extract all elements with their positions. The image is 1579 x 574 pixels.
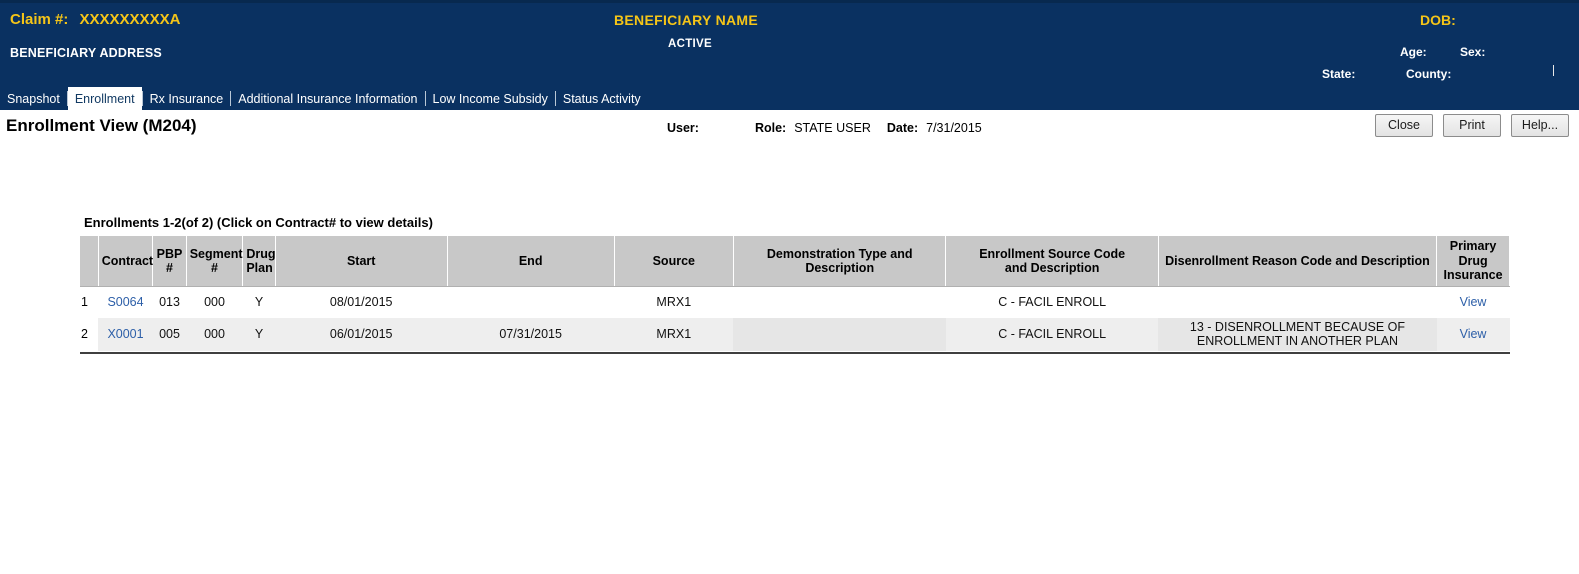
tab-additional-insurance-information[interactable]: Additional Insurance Information	[231, 87, 424, 110]
column-header-index	[80, 235, 99, 287]
row-index: 2	[80, 318, 99, 351]
main-tabbar: Snapshot Enrollment Rx Insurance Additional…	[0, 87, 1579, 110]
column-header-source: Source	[613, 235, 734, 287]
column-header-demonstration-type-and-description: Demonstration Type and Description	[732, 235, 947, 287]
beneficiary-banner: Claim #: XXXXXXXXXA BENEFICIARY ADDRESS …	[0, 0, 1579, 87]
cell-contract: S0064	[98, 286, 153, 318]
beneficiary-name: BENEFICIARY NAME	[614, 12, 759, 28]
enrollments-table: Contract PBP # Segment # Drug Plan Start End Sour…	[80, 235, 1510, 351]
date-label: Date:	[886, 121, 919, 135]
toolbar-buttons: Close Print Help...	[1375, 114, 1569, 137]
table-header-row: Contract PBP # Segment # Drug Plan Start End Sour…	[80, 235, 1510, 287]
column-header-end: End	[446, 235, 615, 287]
cell-segment: 000	[186, 318, 243, 351]
dob-label: DOB:	[1420, 12, 1456, 28]
county-label: County:	[1406, 67, 1452, 81]
tab-low-income-subsidy[interactable]: Low Income Subsidy	[426, 87, 555, 110]
status-badge: ACTIVE	[668, 38, 712, 50]
cell-end: 07/31/2015	[447, 318, 615, 351]
column-header-pbp: PBP #	[152, 235, 187, 287]
cell-pbp: 013	[152, 286, 187, 318]
cell-primary-drug-insurance: View	[1436, 318, 1510, 351]
role-label: Role:	[754, 121, 787, 135]
user-label: User:	[667, 121, 699, 135]
contract-link[interactable]: X0001	[107, 327, 143, 341]
cell-demonstration	[733, 286, 946, 318]
cell-contract: X0001	[98, 318, 153, 351]
cell-start: 06/01/2015	[275, 318, 448, 351]
tab-list: Snapshot Enrollment Rx Insurance Additional…	[0, 87, 648, 110]
view-link[interactable]: View	[1460, 327, 1487, 341]
cell-source: MRX1	[614, 318, 734, 351]
tab-snapshot[interactable]: Snapshot	[0, 87, 67, 110]
tab-status-activity[interactable]: Status Activity	[556, 87, 648, 110]
view-link[interactable]: View	[1460, 295, 1487, 309]
role-value: STATE USER	[794, 121, 871, 135]
tab-enrollment[interactable]: Enrollment	[67, 87, 142, 110]
claim-number: Claim #: XXXXXXXXXA	[10, 11, 180, 28]
state-label: State:	[1322, 67, 1356, 81]
column-header-segment: Segment #	[185, 235, 244, 287]
contract-link[interactable]: S0064	[107, 295, 143, 309]
session-meta: User: Role: STATE USER Date: 7/31/2015	[667, 121, 982, 135]
column-header-primary-drug-insurance: Primary Drug Insurance	[1436, 235, 1510, 287]
table-body: 1 S0064 013 000 Y 08/01/2015 MRX1 C - FACIL ENR…	[80, 286, 1510, 351]
cell-disenrollment-reason: 13 - DISENROLLMENT BECAUSE OF ENROLLMENT…	[1158, 318, 1437, 351]
cell-demonstration	[733, 318, 946, 351]
cell-source: MRX1	[614, 286, 734, 318]
cell-enrollment-source: C - FACIL ENROLL	[945, 286, 1159, 318]
cell-segment: 000	[186, 286, 243, 318]
print-button[interactable]: Print	[1443, 114, 1501, 137]
cell-pbp: 005	[152, 318, 187, 351]
claim-value: XXXXXXXXXA	[79, 11, 181, 28]
page-title: Enrollment View (M204)	[6, 116, 197, 135]
row-index: 1	[80, 286, 99, 318]
table-row: 2 X0001 005 000 Y 06/01/2015 07/31/2015 MRX1 C -…	[80, 318, 1510, 351]
cell-start: 08/01/2015	[275, 286, 448, 318]
cell-disenrollment-reason	[1158, 286, 1437, 318]
column-header-start: Start	[274, 235, 448, 287]
cell-end	[447, 286, 615, 318]
column-header-contract: Contract	[97, 235, 154, 287]
claim-label: Claim #:	[10, 11, 69, 28]
cell-drug-plan: Y	[242, 286, 276, 318]
age-label: Age:	[1400, 45, 1427, 59]
table-row: 1 S0064 013 000 Y 08/01/2015 MRX1 C - FACIL ENR…	[80, 286, 1510, 318]
page-toolbar: Enrollment View (M204) User: Role: STATE U…	[0, 110, 1579, 144]
column-header-enrollment-source-code-and-description: Enrollment Source Code and Description	[945, 235, 1159, 287]
date-value: 7/31/2015	[926, 121, 982, 135]
table-caption: Enrollments 1-2(of 2) (Click on Contract…	[84, 215, 433, 230]
close-button[interactable]: Close	[1375, 114, 1433, 137]
banner-edge-marker	[1553, 65, 1554, 76]
help-button[interactable]: Help...	[1511, 114, 1569, 137]
table-bottom-rule	[80, 352, 1510, 354]
beneficiary-address: BENEFICIARY ADDRESS	[10, 46, 162, 60]
cell-drug-plan: Y	[242, 318, 276, 351]
sex-label: Sex:	[1460, 45, 1486, 59]
tab-rx-insurance[interactable]: Rx Insurance	[143, 87, 231, 110]
column-header-disenrollment-reason-code-and-description: Disenrollment Reason Code and Descriptio…	[1157, 235, 1438, 287]
cell-enrollment-source: C - FACIL ENROLL	[945, 318, 1159, 351]
cell-primary-drug-insurance: View	[1436, 286, 1510, 318]
column-header-drug-plan: Drug Plan	[242, 235, 276, 287]
